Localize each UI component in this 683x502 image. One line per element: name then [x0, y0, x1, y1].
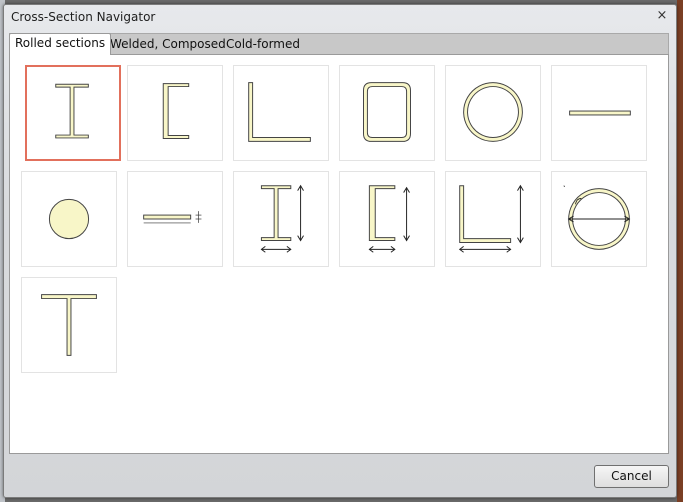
section-cell-flat[interactable]	[551, 65, 647, 161]
tab-welded-composed[interactable]: Welded, Composed	[105, 35, 231, 54]
section-cell-chs[interactable]	[445, 65, 541, 161]
section-cell-t[interactable]	[21, 277, 117, 373]
section-gallery	[9, 54, 669, 454]
channel-section-icon	[162, 83, 190, 139]
section-cell-round[interactable]	[21, 171, 117, 267]
close-icon[interactable]: ×	[654, 8, 670, 24]
section-cell-flat-dim[interactable]	[127, 171, 223, 267]
section-cell-i[interactable]	[25, 65, 121, 161]
cancel-button[interactable]: Cancel	[594, 465, 669, 488]
section-cell-angle[interactable]	[233, 65, 329, 161]
background-right	[677, 0, 683, 502]
section-cell-rhs[interactable]	[339, 65, 435, 161]
angle-section-dimensioned-icon	[458, 184, 524, 253]
tab-rolled-sections[interactable]: Rolled sections	[9, 33, 112, 55]
tab-cold-formed[interactable]: Cold-formed	[221, 35, 305, 54]
circular-hollow-dimensioned-icon	[563, 185, 631, 250]
rectangular-hollow-section-icon	[363, 82, 411, 142]
flat-bar-dimensioned-icon	[143, 211, 202, 224]
i-section-icon	[55, 83, 89, 139]
flat-bar-icon	[569, 110, 631, 116]
section-cell-angle-dim[interactable]	[445, 171, 541, 267]
section-cell-i-dim[interactable]	[233, 171, 329, 267]
angle-section-icon	[248, 82, 311, 142]
section-cell-chs-dim[interactable]	[551, 171, 647, 267]
circular-hollow-section-icon	[463, 82, 523, 142]
i-section-dimensioned-icon	[260, 184, 304, 253]
channel-section-dimensioned-icon	[368, 185, 410, 253]
section-cell-channel-dim[interactable]	[339, 171, 435, 267]
dialog-title: Cross-Section Navigator	[11, 10, 156, 24]
t-section-icon	[41, 294, 97, 356]
section-cell-channel[interactable]	[127, 65, 223, 161]
round-bar-icon	[48, 198, 90, 240]
